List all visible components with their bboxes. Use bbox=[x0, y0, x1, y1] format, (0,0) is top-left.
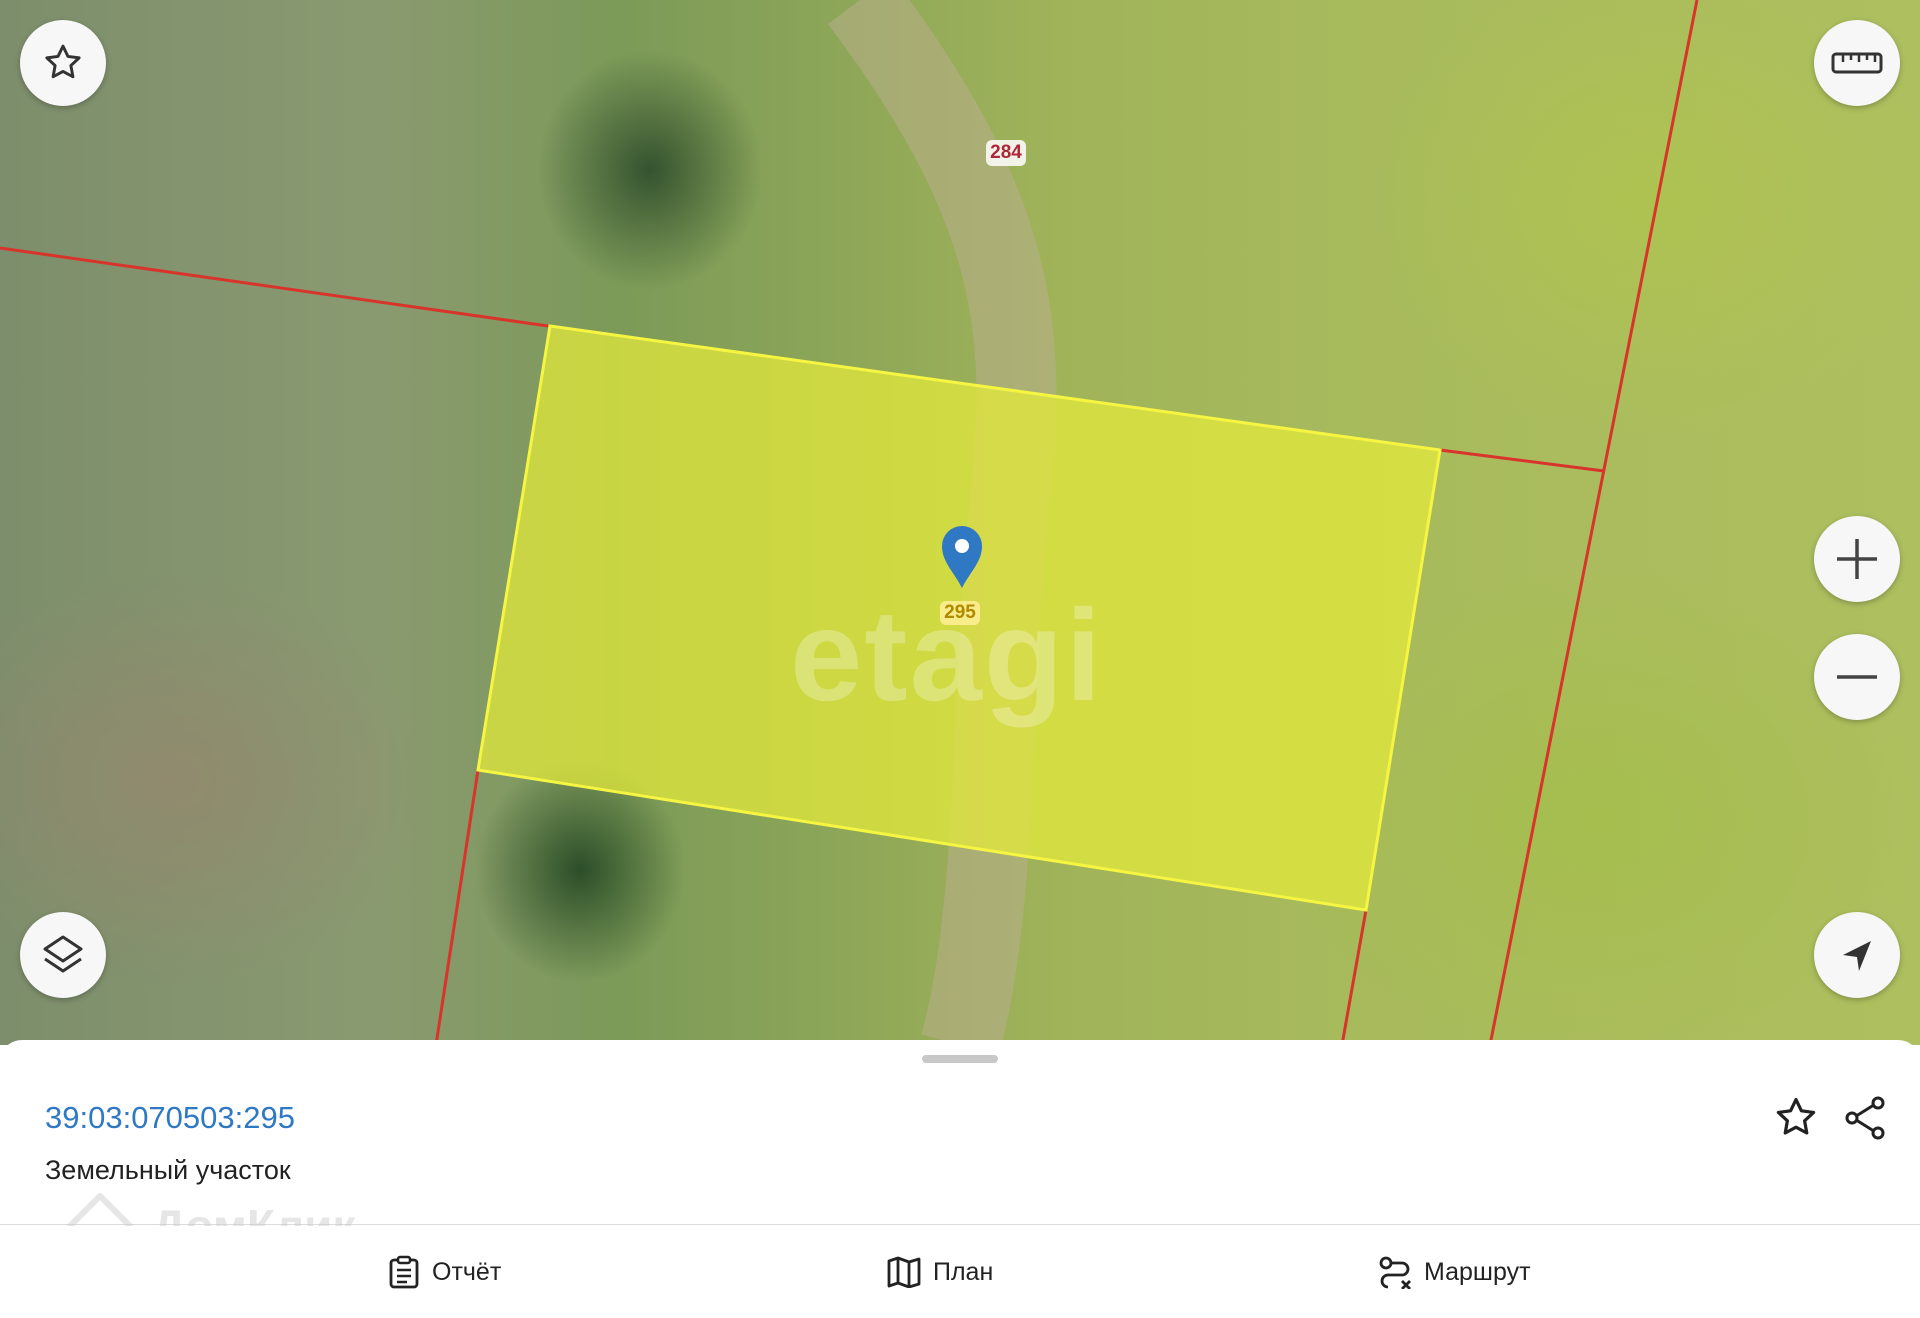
parcel-label-neighbor[interactable]: 284 bbox=[986, 140, 1026, 166]
star-outline-icon bbox=[45, 44, 81, 79]
locate-button[interactable] bbox=[1814, 912, 1900, 998]
share-icon bbox=[1845, 1096, 1885, 1140]
share-button[interactable] bbox=[1842, 1094, 1890, 1142]
minus-icon bbox=[1837, 675, 1877, 679]
etagi-watermark: etagi bbox=[790, 582, 1104, 728]
star-outline-icon bbox=[1776, 1098, 1816, 1135]
map-favorite-button[interactable] bbox=[20, 20, 106, 106]
route-icon bbox=[1379, 1256, 1411, 1289]
report-label: Отчёт bbox=[432, 1257, 502, 1286]
ruler-icon bbox=[1831, 52, 1883, 74]
ruler-button[interactable] bbox=[1814, 20, 1900, 106]
sheet-drag-handle[interactable] bbox=[922, 1055, 998, 1063]
action-bar: Отчёт План Маршрут bbox=[0, 1226, 1920, 1318]
zoom-in-button[interactable] bbox=[1814, 516, 1900, 602]
route-label: Маршрут bbox=[1424, 1257, 1531, 1286]
navigation-arrow-icon bbox=[1843, 941, 1871, 971]
sheet-favorite-button[interactable] bbox=[1772, 1094, 1820, 1142]
layers-icon bbox=[43, 935, 83, 973]
route-button[interactable]: Маршрут bbox=[1378, 1250, 1531, 1294]
plan-label: План bbox=[933, 1257, 994, 1286]
layers-button[interactable] bbox=[20, 912, 106, 998]
report-button[interactable]: Отчёт bbox=[388, 1250, 501, 1294]
map-book-icon bbox=[887, 1256, 921, 1288]
map-overlay bbox=[0, 0, 1699, 1045]
map-view[interactable]: 284 295 etagi bbox=[0, 0, 1920, 1045]
zoom-out-button[interactable] bbox=[1814, 634, 1900, 720]
plan-button[interactable]: План bbox=[887, 1250, 993, 1294]
plus-icon bbox=[1837, 539, 1877, 579]
cadastral-number-link[interactable]: 39:03:070503:295 bbox=[45, 1100, 295, 1136]
parcel-type-label: Земельный участок bbox=[45, 1155, 291, 1185]
clipboard-icon bbox=[389, 1255, 419, 1289]
